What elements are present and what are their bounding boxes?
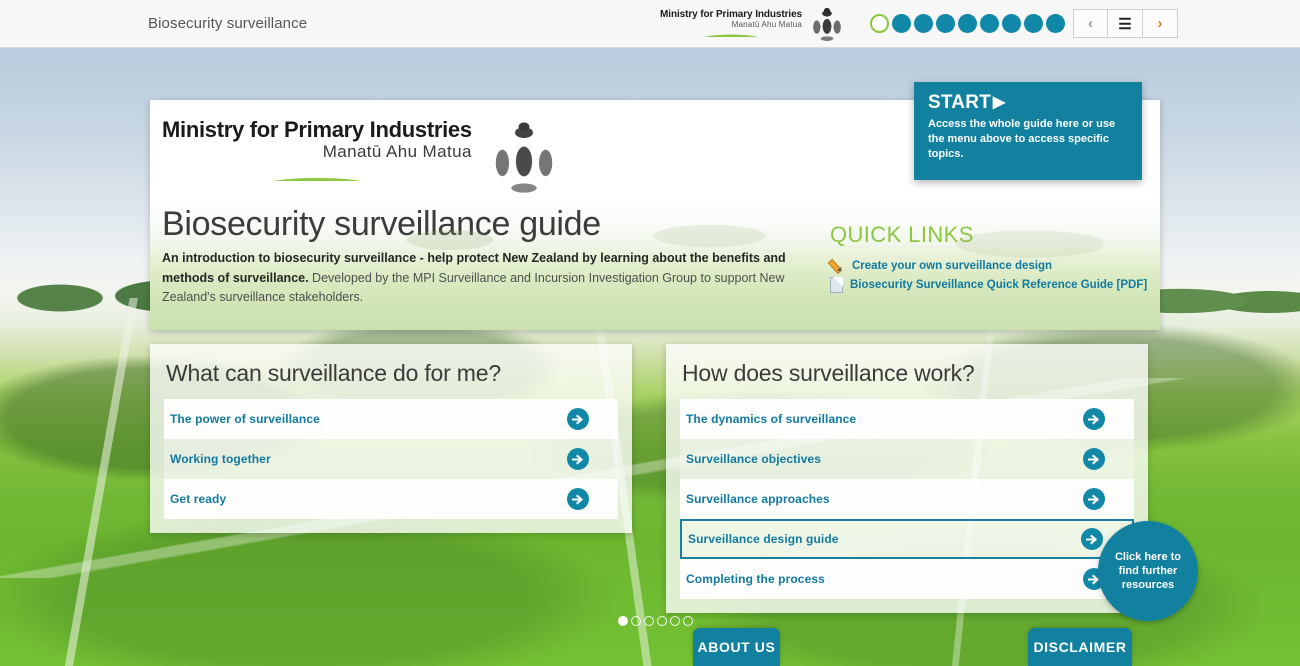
progress-dot-9[interactable] bbox=[1046, 14, 1065, 33]
topbar-mpi-line1: Ministry for Primary Industries bbox=[660, 8, 802, 20]
green-swoosh-icon bbox=[162, 165, 472, 182]
arrow-right-icon bbox=[571, 454, 583, 464]
panel-rows: The power of surveillance Working togethe… bbox=[164, 399, 618, 519]
progress-dot-6[interactable] bbox=[980, 14, 999, 33]
topic-row[interactable]: The dynamics of surveillance bbox=[680, 399, 1134, 439]
arrow-right-circle-icon[interactable] bbox=[1081, 528, 1103, 550]
slide-dot-2[interactable] bbox=[631, 616, 641, 626]
panel-what-can-surveillance-do-for-me: What can surveillance do for me? The pow… bbox=[150, 344, 632, 533]
mpi-line1: Ministry for Primary Industries bbox=[162, 117, 472, 142]
start-callout-heading-text: START bbox=[928, 92, 991, 113]
topic-row-label: The power of surveillance bbox=[170, 412, 320, 426]
resources-bubble-line2: find further bbox=[1118, 564, 1178, 577]
quick-link-quick-reference-pdf[interactable]: Biosecurity Surveillance Quick Reference… bbox=[850, 279, 1147, 291]
topic-row-label: Surveillance approaches bbox=[686, 492, 830, 506]
topic-row[interactable]: The power of surveillance bbox=[164, 399, 618, 439]
mpi-logo: Ministry for Primary Industries Manatū A… bbox=[162, 118, 560, 194]
arrow-right-circle-icon[interactable] bbox=[567, 408, 589, 430]
arrow-right-icon bbox=[1087, 454, 1099, 464]
slide-dot-1[interactable] bbox=[618, 616, 628, 626]
topbar-mpi-wordmark: Ministry for Primary Industries Manatū A… bbox=[660, 8, 802, 38]
arrow-right-circle-icon[interactable] bbox=[567, 488, 589, 510]
topic-row[interactable]: Get ready bbox=[164, 479, 618, 519]
topic-row-label: Completing the process bbox=[686, 572, 825, 586]
start-callout[interactable]: START ▶ Access the whole guide here or u… bbox=[914, 82, 1142, 180]
progress-dot-1[interactable] bbox=[870, 14, 889, 33]
topic-row-label: The dynamics of surveillance bbox=[686, 412, 857, 426]
topic-row-label: Get ready bbox=[170, 492, 227, 506]
hamburger-menu-icon[interactable]: ☰ bbox=[1108, 9, 1143, 38]
slide-dot-4[interactable] bbox=[657, 616, 667, 626]
nz-coat-of-arms-icon bbox=[810, 6, 844, 41]
quick-link-create-design[interactable]: Create your own surveillance design bbox=[852, 260, 1052, 272]
topic-row-label: Working together bbox=[170, 452, 271, 466]
arrow-right-icon bbox=[1087, 494, 1099, 504]
progress-dot-4[interactable] bbox=[936, 14, 955, 33]
arrow-right-circle-icon[interactable] bbox=[1083, 448, 1105, 470]
progress-dot-5[interactable] bbox=[958, 14, 977, 33]
guide-description: An introduction to biosecurity surveilla… bbox=[162, 249, 807, 307]
topbar-nav-buttons: ‹ ☰ › bbox=[1073, 9, 1178, 38]
disclaimer-button[interactable]: DISCLAIMER bbox=[1028, 628, 1132, 666]
find-further-resources-button[interactable]: Click here to find further resources bbox=[1098, 521, 1198, 621]
slide-dot-3[interactable] bbox=[644, 616, 654, 626]
topic-row-label: Surveillance objectives bbox=[686, 452, 822, 466]
top-app-bar: Biosecurity surveillance Ministry for Pr… bbox=[0, 0, 1300, 48]
slide-pagination-dots[interactable] bbox=[618, 616, 693, 626]
topbar-mpi-line2: Manatū Ahu Matua bbox=[731, 19, 802, 29]
pencil-icon bbox=[830, 258, 845, 273]
header-hero-content: Biosecurity surveillance guide An introd… bbox=[150, 200, 1160, 330]
guide-description-rest: Developed by the MPI Surveillance and In… bbox=[162, 270, 785, 305]
quick-link-row[interactable]: Create your own surveillance design bbox=[830, 258, 1150, 273]
topic-row[interactable]: Completing the process bbox=[680, 559, 1134, 599]
arrow-right-icon bbox=[1087, 414, 1099, 424]
header-hero-banner: Biosecurity surveillance guide An introd… bbox=[150, 200, 1160, 330]
topic-row[interactable]: Surveillance design guide bbox=[680, 519, 1134, 559]
topic-row[interactable]: Surveillance approaches bbox=[680, 479, 1134, 519]
resources-bubble-line3: resources bbox=[1121, 579, 1175, 592]
topic-row[interactable]: Surveillance objectives bbox=[680, 439, 1134, 479]
mpi-wordmark: Ministry for Primary Industries Manatū A… bbox=[162, 117, 472, 182]
progress-dot-3[interactable] bbox=[914, 14, 933, 33]
progress-dot-2[interactable] bbox=[892, 14, 911, 33]
start-callout-body: Access the whole guide here or use the m… bbox=[928, 118, 1116, 160]
panel-heading: What can surveillance do for me? bbox=[166, 360, 501, 386]
start-callout-heading: START ▶ bbox=[928, 92, 1128, 114]
arrow-right-icon bbox=[571, 414, 583, 424]
panel-heading: How does surveillance work? bbox=[682, 360, 975, 386]
panel-rows: The dynamics of surveillance Surveillance… bbox=[680, 399, 1134, 599]
topbar-mpi-logo: Ministry for Primary Industries Manatū A… bbox=[660, 6, 844, 41]
mpi-line2: Manatū Ahu Matua bbox=[322, 141, 472, 161]
topic-row-label: Surveillance design guide bbox=[688, 532, 839, 546]
arrow-right-circle-icon[interactable] bbox=[1083, 488, 1105, 510]
guide-title: Biosecurity surveillance guide bbox=[162, 205, 601, 243]
green-swoosh-icon bbox=[660, 30, 802, 38]
page-title: Biosecurity surveillance bbox=[148, 15, 308, 32]
quick-links-title: QUICK LINKS bbox=[830, 222, 974, 247]
resources-bubble-text: Click here to find further resources bbox=[1115, 550, 1181, 593]
arrow-right-circle-icon[interactable] bbox=[1083, 408, 1105, 430]
chevron-right-icon[interactable]: › bbox=[1143, 9, 1178, 38]
slide-dot-5[interactable] bbox=[670, 616, 680, 626]
pdf-document-icon bbox=[830, 277, 843, 293]
play-triangle-icon: ▶ bbox=[992, 94, 1006, 111]
nz-coat-of-arms-icon bbox=[487, 120, 560, 194]
progress-dots[interactable] bbox=[870, 14, 1065, 33]
quick-links-section: QUICK LINKS Create your own surveillance… bbox=[830, 222, 1150, 297]
quick-link-row[interactable]: Biosecurity Surveillance Quick Reference… bbox=[830, 277, 1150, 293]
about-us-button[interactable]: ABOUT US bbox=[693, 628, 780, 666]
arrow-right-icon bbox=[571, 494, 583, 504]
resources-bubble-line1: Click here to bbox=[1114, 550, 1182, 563]
progress-dot-8[interactable] bbox=[1024, 14, 1043, 33]
slide-dot-6[interactable] bbox=[683, 616, 693, 626]
chevron-left-icon[interactable]: ‹ bbox=[1073, 9, 1108, 38]
panel-how-does-surveillance-work: How does surveillance work? The dynamics… bbox=[666, 344, 1148, 613]
arrow-right-circle-icon[interactable] bbox=[567, 448, 589, 470]
guide-description-bold: An introduction to biosecurity surveilla… bbox=[162, 251, 786, 285]
arrow-right-icon bbox=[1085, 534, 1097, 544]
topic-row[interactable]: Working together bbox=[164, 439, 618, 479]
progress-dot-7[interactable] bbox=[1002, 14, 1021, 33]
